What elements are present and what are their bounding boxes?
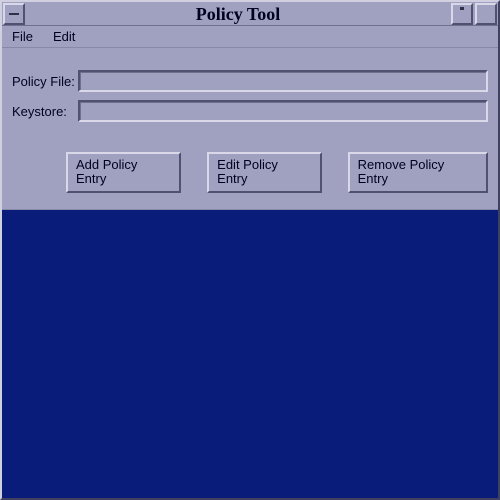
dash-icon — [9, 13, 19, 15]
policy-file-field[interactable] — [78, 70, 488, 92]
button-row: Add Policy Entry Edit Policy Entry Remov… — [12, 130, 488, 193]
policy-entries-list[interactable] — [2, 209, 498, 498]
remove-policy-entry-button[interactable]: Remove Policy Entry — [348, 152, 488, 193]
window-title: Policy Tool — [26, 2, 450, 25]
minimize-button[interactable] — [451, 3, 473, 25]
keystore-field[interactable] — [78, 100, 488, 122]
maximize-button[interactable] — [475, 3, 497, 25]
policy-file-label: Policy File: — [12, 74, 78, 89]
add-policy-entry-button[interactable]: Add Policy Entry — [66, 152, 181, 193]
menu-file[interactable]: File — [8, 27, 37, 46]
titlebar: Policy Tool — [2, 2, 498, 26]
policy-file-row: Policy File: — [12, 70, 488, 92]
menu-edit[interactable]: Edit — [49, 27, 79, 46]
menubar: File Edit — [2, 26, 498, 48]
window-menu-button[interactable] — [3, 3, 25, 25]
minimize-icon — [460, 7, 464, 10]
content-panel: Policy File: Keystore: Add Policy Entry … — [2, 48, 498, 209]
app-window: Policy Tool File Edit Policy File: Keyst… — [0, 0, 500, 500]
keystore-label: Keystore: — [12, 104, 78, 119]
keystore-row: Keystore: — [12, 100, 488, 122]
edit-policy-entry-button[interactable]: Edit Policy Entry — [207, 152, 321, 193]
